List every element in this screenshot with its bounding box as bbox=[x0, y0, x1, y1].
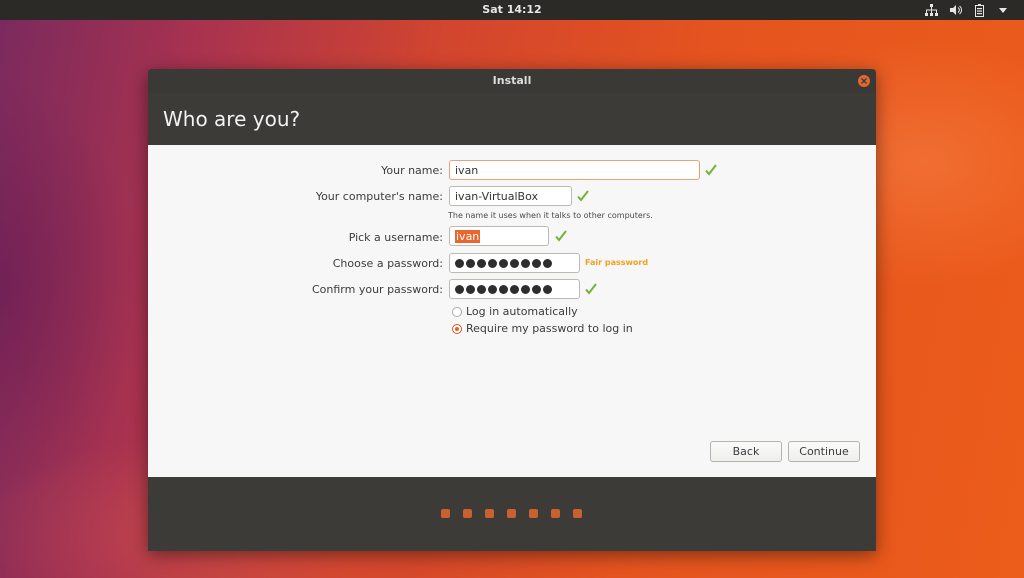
radio-button-selected[interactable] bbox=[452, 323, 462, 334]
top-panel: Sat 14:12 bbox=[0, 0, 1024, 20]
close-button[interactable] bbox=[858, 75, 870, 87]
progress-step bbox=[485, 509, 494, 518]
password-dot bbox=[488, 284, 497, 294]
check-icon bbox=[555, 230, 567, 242]
progress-step bbox=[529, 509, 538, 518]
password-dot bbox=[466, 284, 475, 294]
name-label: Your name: bbox=[381, 164, 443, 177]
password-dots bbox=[455, 257, 574, 269]
confirm-password-field[interactable] bbox=[449, 279, 580, 299]
close-icon bbox=[861, 78, 867, 84]
window-title: Install bbox=[492, 74, 532, 87]
progress-step bbox=[507, 509, 516, 518]
password-dot bbox=[466, 258, 475, 268]
login-auto-option[interactable]: Log in automatically bbox=[452, 305, 578, 318]
system-tray[interactable] bbox=[924, 2, 1010, 18]
computer-name-field[interactable]: ivan-VirtualBox bbox=[449, 186, 572, 206]
login-auto-label: Log in automatically bbox=[466, 305, 578, 318]
password-dot bbox=[543, 258, 552, 268]
password-dot bbox=[455, 284, 464, 294]
check-icon bbox=[705, 164, 717, 176]
password-dot bbox=[455, 258, 464, 268]
password-dot bbox=[499, 258, 508, 268]
progress-indicator bbox=[441, 509, 582, 518]
progress-step bbox=[463, 509, 472, 518]
password-dot bbox=[532, 284, 541, 294]
form-panel: Your name: ivan Your computer's name: iv… bbox=[148, 145, 876, 477]
computer-name-label: Your computer's name: bbox=[315, 190, 443, 203]
password-strength: Fair password bbox=[585, 258, 649, 267]
check-icon bbox=[577, 190, 589, 202]
installer-window: Install Who are you? Your name: ivan You… bbox=[148, 69, 876, 551]
computer-name-value: ivan-VirtualBox bbox=[455, 190, 538, 203]
login-password-label: Require my password to log in bbox=[466, 322, 633, 335]
continue-button[interactable]: Continue bbox=[788, 441, 860, 462]
battery-icon[interactable] bbox=[972, 3, 986, 17]
password-dot bbox=[488, 258, 497, 268]
password-dot bbox=[499, 284, 508, 294]
clock[interactable]: Sat 14:12 bbox=[0, 3, 1024, 16]
password-dot bbox=[543, 284, 552, 294]
password-field[interactable] bbox=[449, 253, 580, 273]
username-value: ivan bbox=[455, 230, 481, 243]
login-password-option[interactable]: Require my password to log in bbox=[452, 322, 633, 335]
password-dot bbox=[521, 258, 530, 268]
chevron-down-icon[interactable] bbox=[996, 3, 1010, 17]
page-title: Who are you? bbox=[163, 107, 301, 131]
page-header: Who are you? bbox=[148, 93, 876, 145]
back-button[interactable]: Back bbox=[710, 441, 782, 462]
name-field[interactable]: ivan bbox=[449, 160, 700, 180]
password-dot bbox=[510, 258, 519, 268]
password-dot bbox=[510, 284, 519, 294]
password-label: Choose a password: bbox=[332, 257, 443, 270]
username-field[interactable]: ivan bbox=[449, 226, 549, 246]
radio-button[interactable] bbox=[452, 306, 462, 317]
password-dot bbox=[521, 284, 530, 294]
volume-icon[interactable] bbox=[948, 3, 962, 17]
progress-step bbox=[573, 509, 582, 518]
window-titlebar[interactable]: Install bbox=[148, 69, 876, 93]
confirm-password-dots bbox=[455, 283, 574, 295]
name-value: ivan bbox=[455, 164, 479, 177]
computer-name-hint: The name it uses when it talks to other … bbox=[448, 211, 653, 220]
password-dot bbox=[477, 258, 486, 268]
password-dot bbox=[532, 258, 541, 268]
progress-step bbox=[441, 509, 450, 518]
username-label: Pick a username: bbox=[348, 231, 443, 244]
progress-step bbox=[551, 509, 560, 518]
password-dot bbox=[477, 284, 486, 294]
check-icon bbox=[585, 283, 597, 295]
network-icon[interactable] bbox=[924, 3, 938, 17]
confirm-password-label: Confirm your password: bbox=[311, 283, 443, 296]
